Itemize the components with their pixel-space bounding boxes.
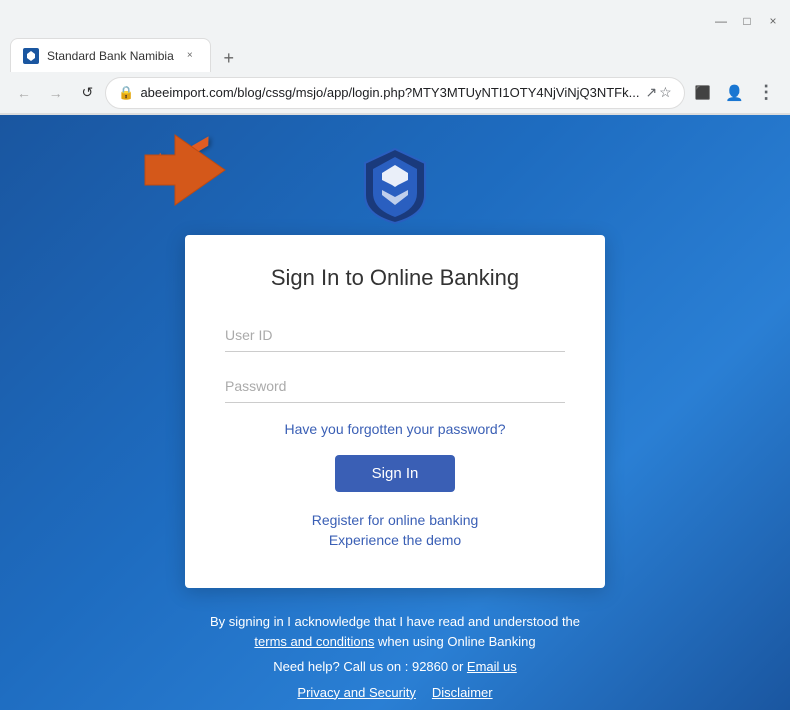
footer-help-line: Need help? Call us on : 92860 or Email u… (210, 657, 580, 677)
register-link[interactable]: Register for online banking (225, 512, 565, 528)
menu-button[interactable]: ⋮ (752, 79, 780, 107)
password-input[interactable] (225, 370, 565, 403)
bank-logo (360, 145, 430, 215)
card-title: Sign In to Online Banking (225, 265, 565, 291)
account-button[interactable]: 👤 (720, 79, 748, 107)
card-links: Register for online banking Experience t… (225, 512, 565, 548)
browser-toolbar: ← → ↺ 🔒 abeeimport.com/blog/cssg/msjo/ap… (0, 72, 790, 114)
phone-number: Call us on : 92860 or (343, 659, 463, 674)
footer-line1: By signing in I acknowledge that I have … (210, 612, 580, 651)
browser-chrome: — □ × Standard Bank Namibia × + ← → ↺ 🔒 … (0, 0, 790, 115)
login-card: Sign In to Online Banking Have you forgo… (185, 235, 605, 588)
new-tab-button[interactable]: + (215, 44, 243, 72)
sign-in-button[interactable]: Sign In (335, 455, 455, 492)
reload-button[interactable]: ↺ (74, 79, 102, 107)
forgot-password-link[interactable]: Have you forgotten your password? (225, 421, 565, 437)
address-bar-actions: ↗ ☆ (645, 84, 671, 101)
extensions-button[interactable]: ⬛ (689, 79, 717, 107)
demo-link[interactable]: Experience the demo (225, 532, 565, 548)
tab-favicon (23, 48, 39, 64)
page-content: SPL (0, 115, 790, 710)
email-link[interactable]: Email us (467, 659, 517, 674)
title-bar: — □ × (0, 0, 790, 36)
title-bar-controls: — □ × (714, 14, 780, 28)
disclaimer-link[interactable]: Disclaimer (432, 685, 493, 700)
bookmark-icon[interactable]: ☆ (659, 84, 672, 101)
share-icon[interactable]: ↗ (645, 84, 657, 101)
maximize-button[interactable]: □ (740, 14, 754, 28)
lock-icon: 🔒 (118, 85, 134, 101)
minimize-button[interactable]: — (714, 14, 728, 28)
warning-arrow (140, 125, 230, 220)
tabs-bar: Standard Bank Namibia × + (0, 36, 790, 72)
close-button[interactable]: × (766, 14, 780, 28)
tab-close-button[interactable]: × (182, 48, 198, 64)
userid-input[interactable] (225, 319, 565, 352)
terms-link[interactable]: terms and conditions (254, 634, 374, 649)
tab-title: Standard Bank Namibia (47, 49, 174, 63)
active-tab[interactable]: Standard Bank Namibia × (10, 38, 211, 72)
back-button[interactable]: ← (10, 79, 38, 107)
help-text: Need help? (273, 659, 340, 674)
footer-text1: By signing in I acknowledge that I have … (210, 614, 580, 629)
address-text: abeeimport.com/blog/cssg/msjo/app/login.… (140, 85, 639, 100)
footer-links-row: Privacy and Security Disclaimer (210, 685, 580, 700)
page-footer: By signing in I acknowledge that I have … (150, 612, 640, 700)
address-bar[interactable]: 🔒 abeeimport.com/blog/cssg/msjo/app/logi… (105, 77, 684, 109)
privacy-link[interactable]: Privacy and Security (297, 685, 416, 700)
footer-text3: when using Online Banking (378, 634, 536, 649)
forward-button[interactable]: → (42, 79, 70, 107)
